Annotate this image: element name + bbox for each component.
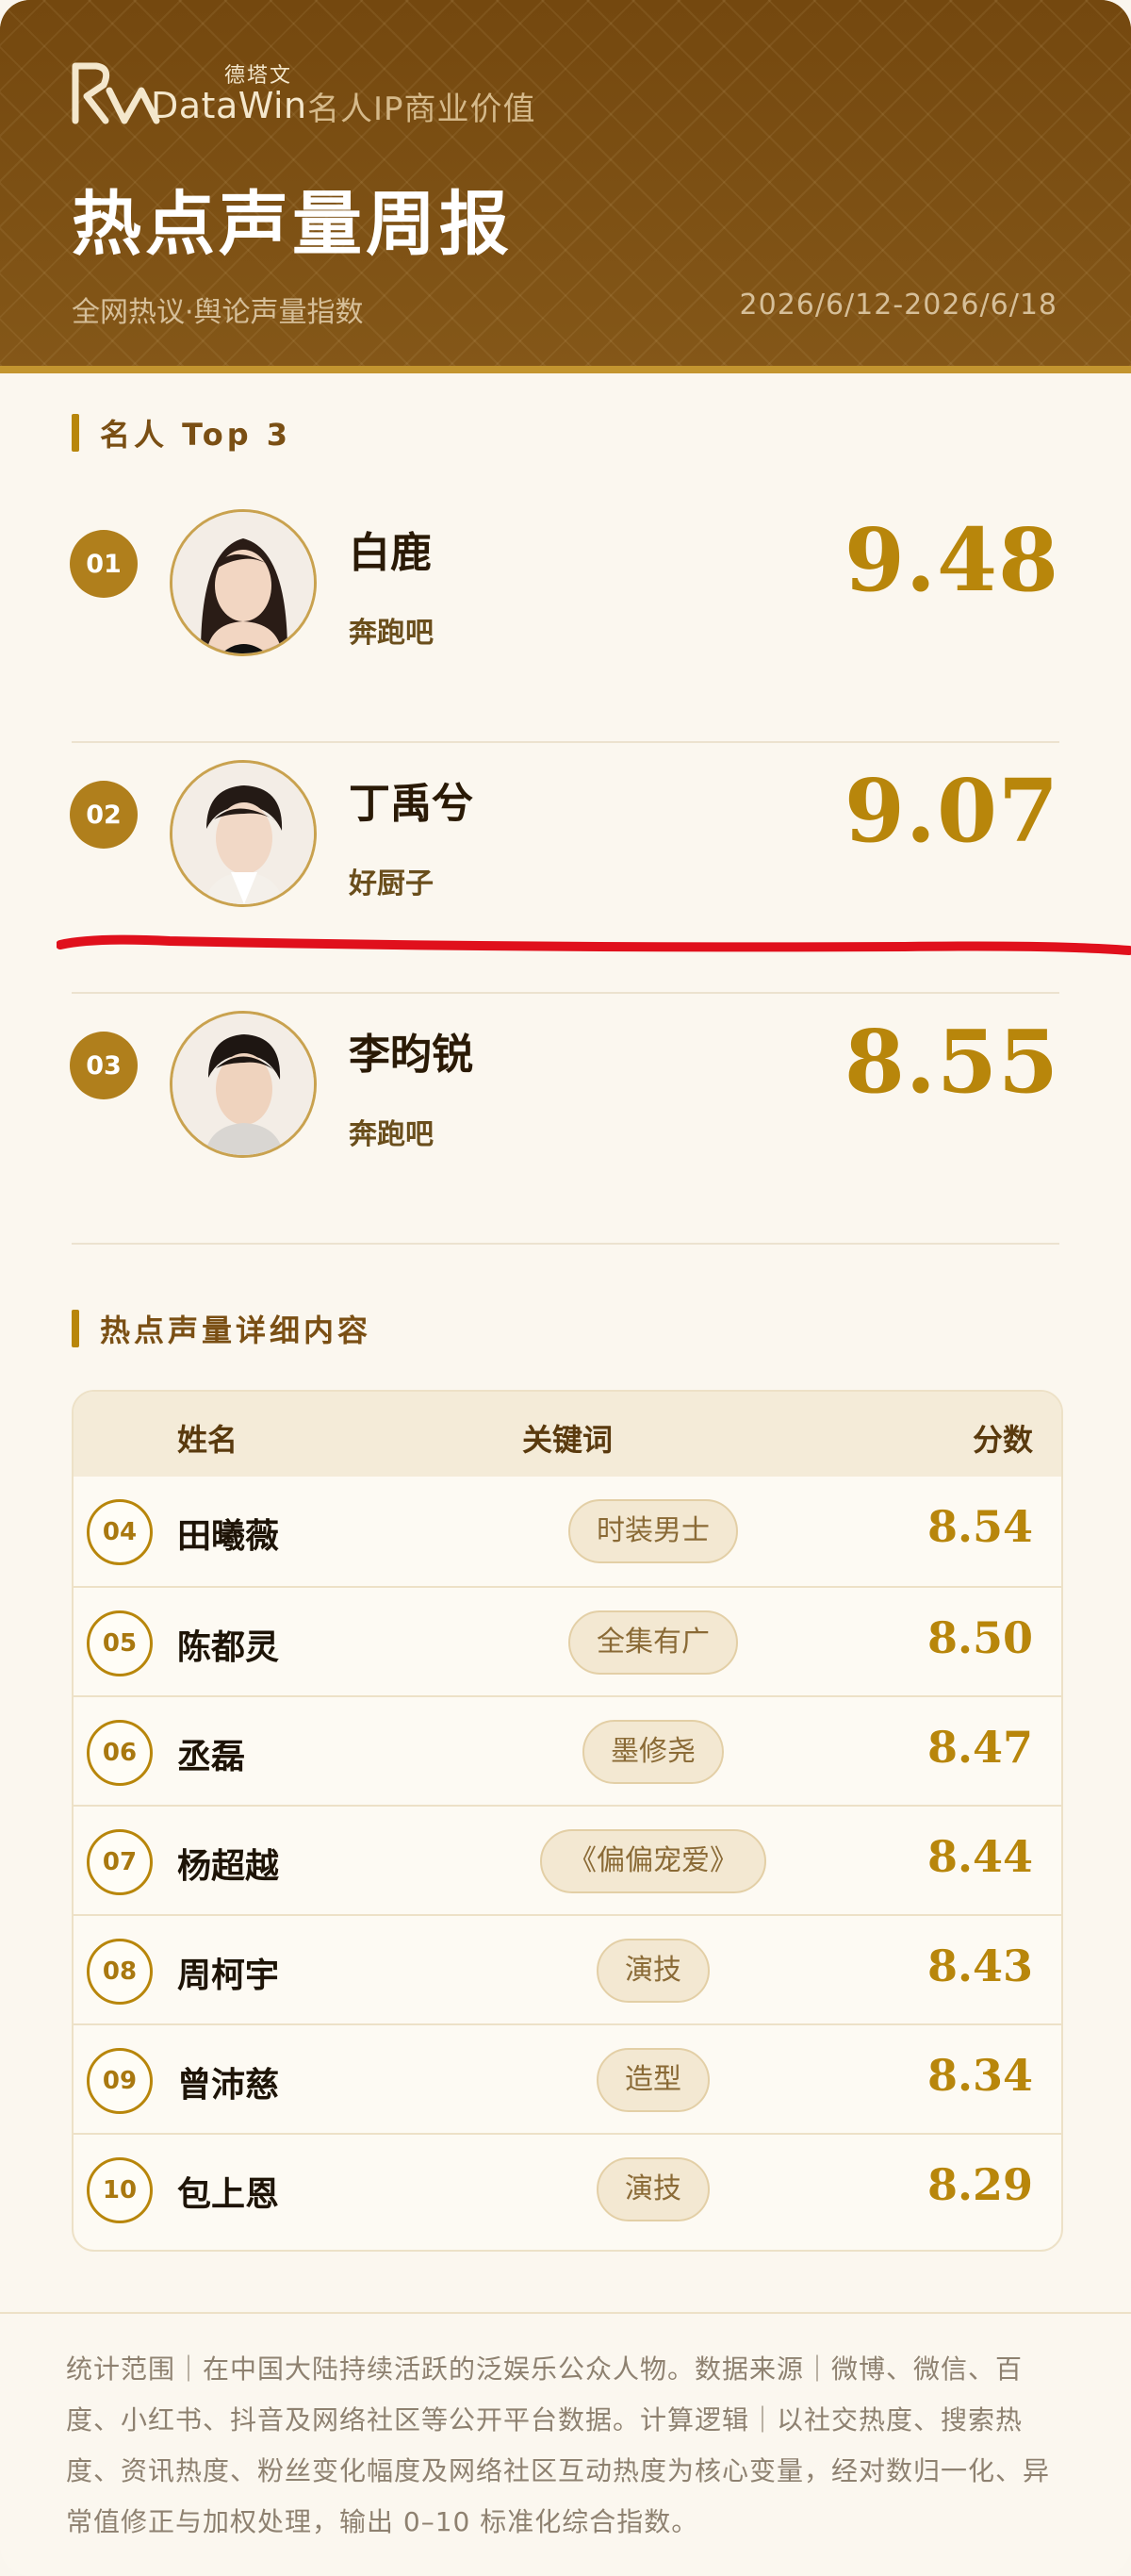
rank-badge: 03 [70, 1032, 138, 1099]
celebrity-score: 8.47 [926, 1722, 1033, 1773]
celebrity-name: 丞磊 [177, 1738, 246, 1776]
top3-item: 01 白鹿 奔跑吧 9.48 [0, 490, 1131, 741]
top3-item: 03 李昀锐 奔跑吧 8.55 [0, 992, 1131, 1243]
celebrity-name: 周柯宇 [177, 1957, 280, 1995]
methodology-note: 统计范围｜在中国大陆持续活跃的泛娱乐公众人物。数据来源｜微博、微信、百度、小红书… [66, 2353, 1051, 2537]
brand-name-en: DataWin [151, 85, 307, 126]
celebrity-score: 8.55 [844, 1011, 1059, 1113]
avatar [170, 1011, 317, 1158]
avatar [170, 760, 317, 907]
keyword-tag: 全集有广 [568, 1610, 738, 1675]
rank-badge: 01 [70, 530, 138, 598]
rank-badge: 10 [87, 2157, 153, 2223]
keyword-tag: 《偏偏宠爱》 [540, 1829, 766, 1893]
celebrity-name: 白鹿 [349, 529, 432, 577]
ranking-table: 姓名 关键词 分数 04 田曦薇 时装男士 8.54 05 陈都灵 全集有广 8… [72, 1390, 1063, 2252]
section-accent-bar [72, 414, 79, 452]
brand-tagline: 名人IP商业价值 [307, 91, 536, 128]
celebrity-name: 丁禹兮 [349, 780, 473, 828]
table-row: 05 陈都灵 全集有广 8.50 [74, 1586, 1061, 1697]
celebrity-score: 9.07 [844, 760, 1059, 862]
top3-section-title: 名人 Top 3 [100, 417, 292, 453]
table-row: 10 包上恩 演技 8.29 [74, 2133, 1061, 2244]
rank-badge: 08 [87, 1939, 153, 2005]
table-row: 04 田曦薇 时装男士 8.54 [74, 1477, 1061, 1586]
rank-badge: 04 [87, 1499, 153, 1565]
celebrity-name: 陈都灵 [177, 1628, 280, 1667]
column-header-score: 分数 [972, 1422, 1033, 1458]
celebrity-name: 曾沛慈 [177, 2066, 280, 2105]
column-header-keyword: 关键词 [521, 1422, 613, 1458]
celebrity-show: 好厨子 [349, 867, 434, 900]
rank-badge: 02 [70, 781, 138, 849]
keyword-tag: 演技 [597, 2157, 710, 2221]
table-row: 09 曾沛慈 造型 8.34 [74, 2023, 1061, 2135]
report-card: 德塔文 DataWin 名人IP商业价值 热点声量周报 全网热议·舆论声量指数 … [0, 0, 1131, 2576]
celebrity-score: 8.29 [926, 2159, 1033, 2210]
celebrity-name: 李昀锐 [349, 1031, 473, 1079]
top3-section-header: 名人 Top 3 [72, 411, 291, 454]
celebrity-score: 8.44 [926, 1831, 1033, 1882]
report-date-range: 2026/6/12-2026/6/18 [739, 289, 1057, 322]
celebrity-name: 杨超越 [177, 1847, 280, 1886]
rank-badge: 07 [87, 1829, 153, 1895]
report-header: 德塔文 DataWin 名人IP商业价值 热点声量周报 全网热议·舆论声量指数 … [0, 0, 1131, 373]
celebrity-score: 8.54 [926, 1501, 1033, 1552]
keyword-tag: 演技 [597, 1939, 710, 2003]
detail-section-header: 热点声量详细内容 [72, 1307, 371, 1350]
celebrity-show: 奔跑吧 [349, 617, 434, 650]
rank-badge: 09 [87, 2048, 153, 2114]
table-row: 08 周柯宇 演技 8.43 [74, 1914, 1061, 2025]
keyword-tag: 时装男士 [568, 1499, 738, 1563]
section-accent-bar [72, 1310, 79, 1347]
table-header: 姓名 关键词 分数 [74, 1392, 1061, 1477]
report-title: 热点声量周报 [72, 184, 513, 265]
table-row: 06 丞磊 墨修尧 8.47 [74, 1695, 1061, 1807]
detail-section-title: 热点声量详细内容 [100, 1313, 372, 1348]
keyword-tag: 墨修尧 [582, 1720, 724, 1784]
celebrity-score: 8.50 [926, 1612, 1033, 1663]
red-annotation-stroke [57, 934, 1131, 955]
rank-badge: 05 [87, 1610, 153, 1676]
celebrity-name: 包上恩 [177, 2175, 280, 2214]
report-subtitle: 全网热议·舆论声量指数 [72, 296, 364, 329]
avatar [170, 509, 317, 656]
row-divider [72, 1243, 1059, 1245]
rank-badge: 06 [87, 1720, 153, 1786]
celebrity-score: 8.43 [926, 1940, 1033, 1991]
report-footer: 统计范围｜在中国大陆持续活跃的泛娱乐公众人物。数据来源｜微博、微信、百度、小红书… [0, 2312, 1131, 2576]
celebrity-name: 田曦薇 [177, 1517, 280, 1556]
table-row: 07 杨超越 《偏偏宠爱》 8.44 [74, 1805, 1061, 1916]
keyword-tag: 造型 [597, 2048, 710, 2112]
celebrity-score: 9.48 [844, 509, 1059, 611]
celebrity-score: 8.34 [926, 2050, 1033, 2101]
celebrity-show: 奔跑吧 [349, 1118, 434, 1151]
